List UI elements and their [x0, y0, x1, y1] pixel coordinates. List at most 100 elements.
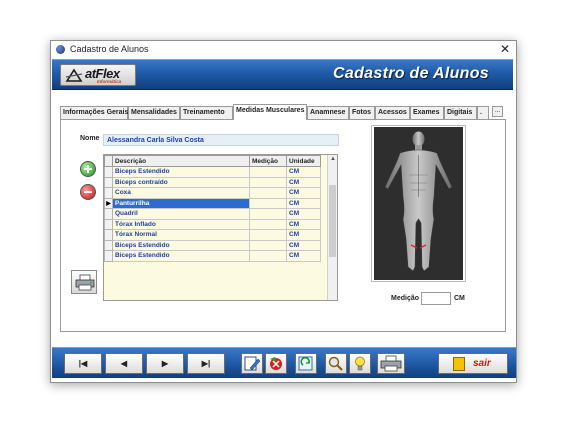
logo-mark-icon — [65, 68, 83, 82]
delete-button[interactable] — [265, 353, 287, 374]
exit-button[interactable]: sair — [438, 353, 508, 374]
table-row[interactable]: Biceps contraído CM — [104, 176, 321, 188]
cell-unidade[interactable]: CM — [286, 229, 321, 241]
tab-exames[interactable]: Exames — [410, 106, 444, 119]
edit-icon — [244, 356, 261, 371]
name-label: Nome — [80, 135, 100, 142]
table-row[interactable]: Biceps Estendido CM — [104, 166, 321, 178]
tab-medidas-musculares[interactable]: Medidas Musculares — [233, 104, 307, 120]
cell-descricao[interactable]: Biceps Estendido — [112, 239, 250, 251]
cell-unidade[interactable]: CM — [286, 218, 321, 230]
table-row[interactable]: Tórax Normal CM — [104, 229, 321, 241]
bottom-toolbar: |◀ ◀ ▶ ▶| sair — [52, 347, 516, 378]
cell-unidade[interactable]: CM — [286, 239, 321, 251]
cell-unidade[interactable]: CM — [286, 176, 321, 188]
cell-descricao[interactable]: Quadril — [112, 208, 250, 220]
cell-medicao[interactable] — [249, 166, 287, 178]
row-indicator — [104, 166, 113, 178]
grid-scrollbar[interactable]: ▲ — [327, 155, 337, 300]
row-indicator-header — [104, 155, 113, 167]
tab-anamnese[interactable]: Anamnese — [307, 106, 349, 119]
cell-unidade[interactable]: CM — [286, 208, 321, 220]
row-indicator — [104, 176, 113, 188]
medicao-input[interactable] — [421, 292, 451, 305]
previous-record-button[interactable]: ◀ — [105, 353, 143, 374]
table-row[interactable]: Tórax Inflado CM — [104, 218, 321, 230]
column-header-descricao[interactable]: Descrição — [112, 155, 250, 167]
cell-descricao[interactable]: Coxa — [112, 187, 250, 199]
cell-unidade[interactable]: CM — [286, 187, 321, 199]
name-field[interactable]: Alessandra Carla Silva Costa — [103, 134, 339, 146]
cell-unidade[interactable]: CM — [286, 166, 321, 178]
header-banner: atFlex Informática Cadastro de Alunos — [52, 59, 513, 90]
table-row[interactable]: Quadril CM — [104, 208, 321, 220]
cell-unidade[interactable]: CM — [286, 197, 321, 209]
edit-button[interactable] — [241, 353, 263, 374]
table-row-selected[interactable]: ▶ Panturrilha CM — [104, 197, 321, 209]
tab-mensalidades[interactable]: Mensalidades — [128, 106, 180, 119]
search-icon — [328, 356, 343, 371]
delete-icon — [270, 357, 282, 370]
body-model-frame — [371, 125, 466, 282]
column-header-medicao[interactable]: Medição — [249, 155, 287, 167]
scroll-thumb[interactable] — [329, 185, 336, 257]
cell-descricao[interactable]: Tórax Inflado — [112, 218, 250, 230]
refresh-button[interactable] — [295, 353, 317, 374]
tab-fotos[interactable]: Fotos — [349, 106, 375, 119]
refresh-icon — [298, 356, 313, 371]
close-icon[interactable]: ✕ — [500, 42, 510, 56]
cell-descricao[interactable]: Biceps contraído — [112, 176, 250, 188]
tab-overflow-button[interactable]: ... — [492, 106, 503, 117]
cell-medicao[interactable] — [249, 229, 287, 241]
remove-button[interactable] — [80, 184, 96, 200]
tab-more[interactable]: . — [477, 106, 489, 119]
search-button[interactable] — [325, 353, 347, 374]
logo: atFlex Informática — [60, 64, 136, 86]
tab-digitais[interactable]: Digitais — [444, 106, 477, 119]
cell-unidade[interactable]: CM — [286, 250, 321, 262]
next-record-button[interactable]: ▶ — [146, 353, 184, 374]
cell-medicao[interactable] — [249, 176, 287, 188]
print-toolbar-button[interactable] — [377, 353, 405, 374]
measurements-grid[interactable]: Descrição Medição Unidade Biceps Estendi… — [103, 154, 338, 301]
tab-informacoes-gerais[interactable]: Informações Gerais — [60, 106, 128, 119]
tab-treinamento[interactable]: Treinamento — [180, 106, 233, 119]
row-indicator — [104, 239, 113, 251]
printer-icon — [380, 355, 402, 372]
minus-icon — [84, 191, 92, 193]
table-row[interactable]: Biceps Estendido CM — [104, 250, 321, 262]
tab-acessos[interactable]: Acessos — [375, 106, 410, 119]
app-icon — [56, 45, 65, 54]
logo-subtext: Informática — [97, 79, 122, 84]
measurements-table: Descrição Medição Unidade Biceps Estendi… — [104, 155, 321, 262]
table-row[interactable]: Biceps Estendido CM — [104, 239, 321, 251]
cell-descricao[interactable]: Biceps Estendido — [112, 166, 250, 178]
row-indicator — [104, 250, 113, 262]
first-record-button[interactable]: |◀ — [64, 353, 102, 374]
last-record-button[interactable]: ▶| — [187, 353, 225, 374]
cell-medicao[interactable] — [249, 250, 287, 262]
cell-medicao[interactable] — [249, 208, 287, 220]
row-indicator — [104, 229, 113, 241]
table-row[interactable]: Coxa CM — [104, 187, 321, 199]
plus-icon-vertical — [87, 165, 89, 173]
row-indicator — [104, 218, 113, 230]
column-header-unidade[interactable]: Unidade — [286, 155, 321, 167]
cell-descricao[interactable]: Panturrilha — [112, 197, 250, 209]
cell-medicao[interactable] — [249, 187, 287, 199]
body-model-image — [374, 127, 463, 280]
window-title: Cadastro de Alunos — [70, 44, 149, 54]
cell-medicao[interactable] — [249, 218, 287, 230]
cell-medicao[interactable] — [249, 239, 287, 251]
cell-descricao[interactable]: Biceps Estendido — [112, 250, 250, 262]
current-row-indicator: ▶ — [104, 197, 113, 209]
scroll-up-icon[interactable]: ▲ — [330, 156, 336, 162]
exit-label: sair — [473, 358, 491, 369]
add-button[interactable] — [80, 161, 96, 177]
tip-button[interactable] — [349, 353, 371, 374]
exit-door-icon — [453, 357, 465, 371]
cell-medicao[interactable] — [249, 197, 287, 209]
print-button[interactable] — [71, 270, 97, 294]
printer-icon — [75, 274, 95, 291]
cell-descricao[interactable]: Tórax Normal — [112, 229, 250, 241]
